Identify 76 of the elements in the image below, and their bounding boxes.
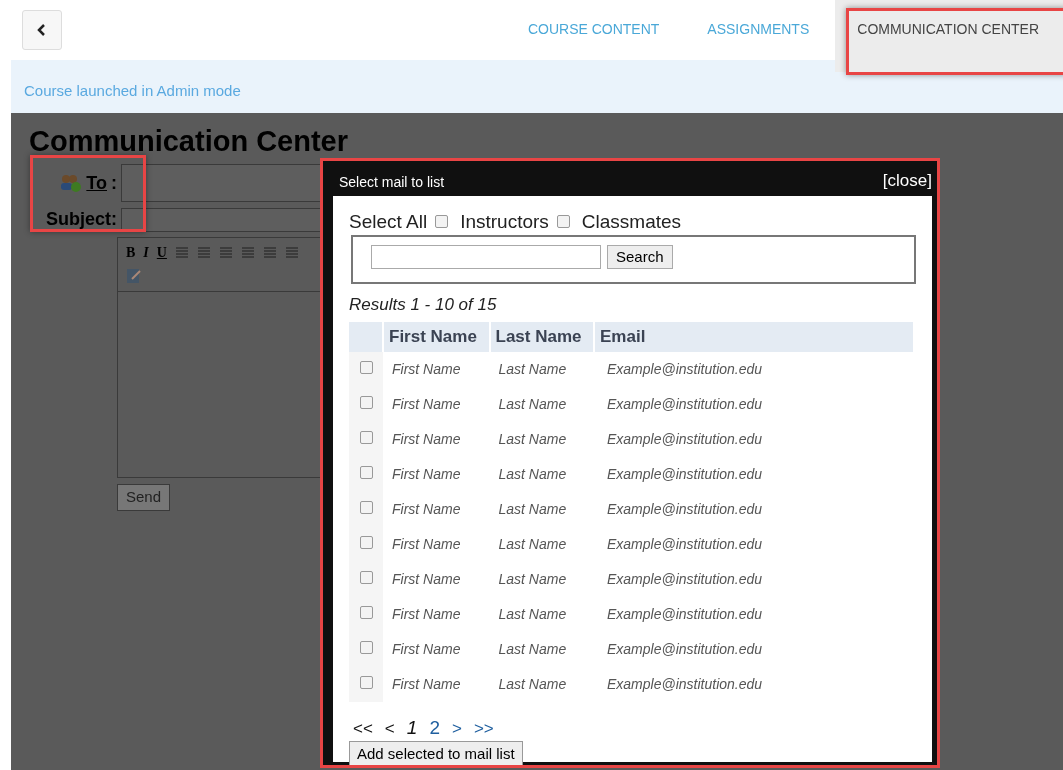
chevron-left-icon [36, 23, 48, 37]
page-title: Communication Center [29, 127, 350, 156]
table-cell: First Name [383, 596, 490, 632]
table-cell: First Name [383, 491, 490, 527]
dialog-title: Select mail to list [339, 173, 445, 192]
numbered-list-icon[interactable] [262, 246, 277, 259]
close-link[interactable]: [close] [882, 167, 932, 193]
table-cell: First Name [383, 631, 490, 667]
table-cell-text: Last Name [497, 394, 568, 414]
filter-label: Classmates [581, 212, 682, 231]
justify-icon[interactable] [240, 246, 255, 259]
table-cell-text: Example@institution.edu [606, 639, 764, 659]
align-right-icon[interactable] [218, 246, 233, 259]
checkbox[interactable] [435, 215, 449, 228]
add-people-icon [60, 174, 83, 192]
subject-label: Subject: [45, 208, 117, 231]
results-count: Results 1 - 10 of 15 [349, 294, 498, 316]
table-cell-text: Example@institution.edu [606, 429, 764, 449]
row-checkbox[interactable] [359, 500, 373, 514]
select-all-label[interactable]: Select All [349, 212, 428, 231]
table-cell-text: Last Name [497, 499, 568, 519]
table-cell-text: Last Name [497, 674, 568, 694]
row-checkbox[interactable] [359, 360, 373, 374]
table-cell-text: Last Name [497, 534, 568, 554]
table-cell: First Name [383, 386, 490, 422]
table-cell-text: Last Name [497, 464, 568, 484]
back-button[interactable] [22, 10, 62, 50]
page-link[interactable]: 2 [429, 717, 440, 737]
table-cell: First Name [383, 561, 490, 597]
table-cell-text: Example@institution.edu [606, 569, 764, 589]
row-checkbox[interactable] [359, 605, 373, 619]
table-cell-text: Example@institution.edu [606, 604, 764, 624]
search-button[interactable]: Search [607, 245, 673, 269]
table-cell: Example@institution.edu [594, 351, 914, 387]
column-header: First Name [383, 321, 490, 352]
table-cell-text: Example@institution.edu [606, 499, 764, 519]
page-link[interactable]: 1 [406, 717, 418, 737]
pager-link[interactable]: < [384, 719, 395, 737]
table-cell: First Name [383, 351, 490, 387]
checkbox[interactable] [556, 215, 570, 228]
align-left-icon[interactable] [174, 246, 189, 259]
table-cell-text: Example@institution.edu [606, 464, 764, 484]
row-checkbox[interactable] [359, 570, 373, 584]
row-checkbox[interactable] [359, 430, 373, 444]
bullet-list-icon[interactable] [284, 246, 299, 259]
table-cell-text: Example@institution.edu [606, 674, 764, 694]
column-header: Email [594, 321, 914, 352]
row-checkbox[interactable] [359, 675, 373, 689]
table-cell: Last Name [489, 351, 594, 387]
send-button[interactable]: Send [117, 484, 171, 511]
pager-link[interactable]: << [353, 719, 373, 737]
table-cell-text: Last Name [497, 604, 568, 624]
search-field[interactable] [371, 245, 601, 269]
column-header: Last Name [489, 321, 594, 352]
table-cell: First Name [383, 666, 490, 702]
table-cell-text: Last Name [497, 639, 568, 659]
table-cell: First Name [383, 526, 490, 562]
filter-label: Instructors [460, 212, 549, 231]
table-cell-text: Last Name [497, 569, 568, 589]
table-cell-text: Last Name [497, 429, 568, 449]
to-colon: : [111, 171, 117, 195]
table-cell: First Name [383, 421, 490, 457]
add-to-list-button[interactable]: Add selected to mail list [349, 740, 523, 767]
nav-tab[interactable]: COMMUNICATION CENTER [835, 0, 1063, 72]
row-checkbox[interactable] [359, 535, 373, 549]
edit-note-icon[interactable] [126, 267, 142, 284]
table-cell-text: Example@institution.edu [606, 534, 764, 554]
pager-link[interactable]: > [451, 719, 462, 737]
align-center-icon[interactable] [196, 246, 211, 259]
table-cell: First Name [383, 456, 490, 492]
table-cell-text: Example@institution.edu [606, 394, 764, 414]
admin-mode-banner: Course launched in Admin mode [11, 60, 1063, 113]
pager-link[interactable]: >> [473, 719, 494, 737]
row-checkbox[interactable] [359, 465, 373, 479]
row-checkbox[interactable] [359, 395, 373, 409]
row-checkbox[interactable] [359, 640, 373, 654]
